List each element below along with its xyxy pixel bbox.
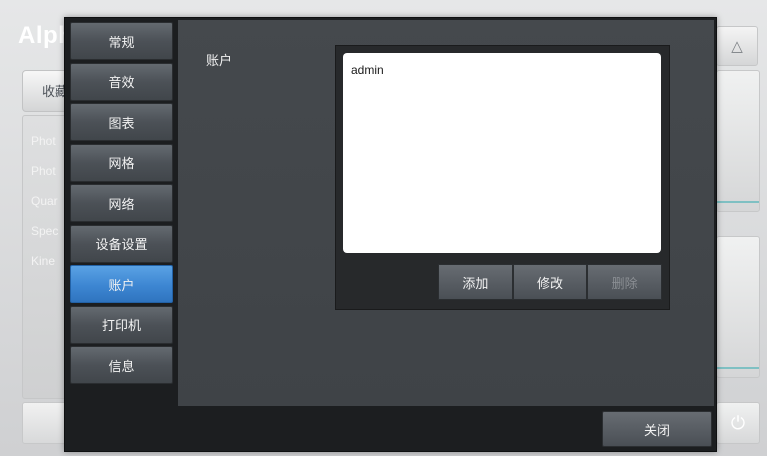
nav-account[interactable]: 账户: [70, 265, 173, 303]
list-item[interactable]: Phot: [31, 126, 58, 156]
list-item[interactable]: Spec: [31, 216, 58, 246]
nav-general[interactable]: 常规: [70, 22, 173, 60]
delete-button[interactable]: 删除: [587, 264, 663, 300]
list-item[interactable]: Phot: [31, 156, 58, 186]
list-item[interactable]: Kine: [31, 246, 58, 276]
close-button[interactable]: 关闭: [602, 411, 712, 447]
nav-chart[interactable]: 图表: [70, 103, 173, 141]
list-item[interactable]: Quar: [31, 186, 58, 216]
section-label: 账户: [206, 54, 233, 69]
power-button[interactable]: ⏻: [716, 402, 760, 444]
background-list: Phot Phot Quar Spec Kine: [31, 126, 58, 276]
settings-nav: 常规 音效 图表 网格 网络 设备设置 账户 打印机 信息: [70, 22, 173, 387]
account-button-group: 添加 修改 删除: [438, 264, 663, 300]
nav-printer[interactable]: 打印机: [70, 305, 173, 344]
nav-device-settings[interactable]: 设备设置: [70, 224, 173, 263]
modify-button[interactable]: 修改: [512, 264, 588, 300]
tray-icon: △: [731, 37, 743, 55]
account-list-item[interactable]: admin: [343, 53, 661, 77]
nav-sound[interactable]: 音效: [70, 62, 173, 101]
nav-info[interactable]: 信息: [70, 346, 173, 384]
power-icon: ⏻: [730, 412, 746, 434]
side-card-top: [716, 70, 760, 212]
nav-grid[interactable]: 网格: [70, 143, 173, 182]
settings-dialog: 常规 音效 图表 网格 网络 设备设置 账户 打印机 信息 账户 admin 添…: [64, 17, 717, 452]
tray-button[interactable]: △: [716, 26, 758, 66]
side-card-bottom: [716, 236, 760, 378]
nav-network[interactable]: 网络: [70, 184, 173, 222]
account-list[interactable]: admin: [343, 53, 661, 253]
account-content-panel: 账户 admin 添加 修改 删除: [178, 20, 714, 406]
account-frame: admin 添加 修改 删除: [335, 45, 670, 310]
add-button[interactable]: 添加: [438, 264, 513, 300]
